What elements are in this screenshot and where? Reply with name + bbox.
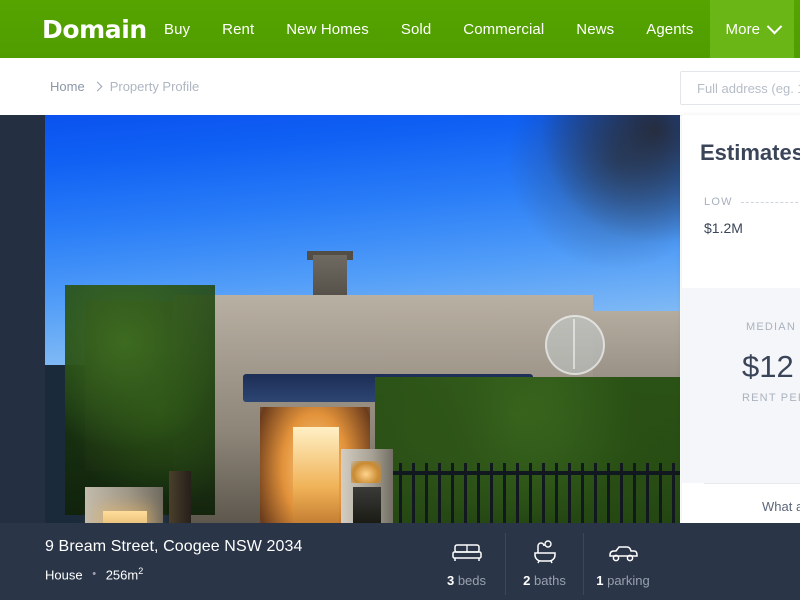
left-rail bbox=[0, 115, 45, 523]
site-logo[interactable]: Domain bbox=[0, 0, 148, 58]
pillar-plaque-left bbox=[103, 511, 147, 523]
parking-word: parking bbox=[603, 573, 650, 588]
what-are-estimates-link[interactable]: What ar bbox=[762, 499, 800, 514]
property-features: 3 beds 2 baths 1 parking bbox=[428, 533, 662, 595]
nav-more-label: More bbox=[725, 20, 761, 38]
nav-commercial-label: Commercial bbox=[463, 20, 545, 38]
property-land-size: 256m bbox=[105, 567, 139, 583]
rent-per-label: RENT PER bbox=[742, 392, 800, 404]
breadcrumb-home[interactable]: Home bbox=[50, 79, 85, 94]
estimate-low-value: $1.2M bbox=[704, 220, 743, 236]
baths-label: 2 baths bbox=[523, 573, 566, 588]
nav-sold[interactable]: Sold bbox=[385, 0, 447, 58]
property-meta: House • 256m2 bbox=[45, 561, 302, 585]
front-door bbox=[293, 427, 339, 523]
nav-agents-label: Agents bbox=[646, 20, 694, 38]
feature-beds: 3 beds bbox=[428, 533, 506, 595]
nav-new-homes[interactable]: New Homes bbox=[270, 0, 385, 58]
breadcrumb: Home Property Profile bbox=[0, 79, 199, 94]
beds-label: 3 beds bbox=[447, 573, 486, 588]
nav-rent[interactable]: Rent bbox=[206, 0, 270, 58]
property-type: House bbox=[45, 567, 83, 583]
baths-word: baths bbox=[530, 573, 566, 588]
feature-parking: 1 parking bbox=[584, 533, 662, 595]
chevron-down-icon bbox=[766, 18, 783, 34]
nav-news-label: News bbox=[576, 20, 615, 38]
nav-rent-label: Rent bbox=[222, 20, 255, 38]
chevron-right-icon bbox=[92, 81, 103, 92]
estimate-low-row: LOW bbox=[704, 196, 800, 208]
bath-icon-wrap bbox=[531, 537, 559, 567]
nav-more[interactable]: More bbox=[709, 0, 795, 58]
address-block: 9 Bream Street, Coogee NSW 2034 House • … bbox=[45, 536, 302, 585]
search-input[interactable] bbox=[695, 79, 800, 97]
property-profile-page: Domain Buy Rent New Homes Sold Commercia… bbox=[0, 0, 800, 600]
estimate-dotted-line bbox=[740, 201, 800, 203]
car-icon bbox=[609, 546, 638, 562]
bare-branches bbox=[470, 115, 680, 295]
estimates-title: Estimates bbox=[700, 140, 800, 165]
brand-text: Domain bbox=[42, 14, 147, 44]
car-icon-wrap bbox=[607, 537, 639, 567]
nav-links: Buy Rent New Homes Sold Commercial News … bbox=[148, 0, 795, 58]
nav-news[interactable]: News bbox=[560, 0, 630, 58]
bed-icon-wrap bbox=[451, 537, 482, 567]
nav-new-homes-label: New Homes bbox=[286, 20, 369, 38]
nav-buy[interactable]: Buy bbox=[148, 0, 206, 58]
nav-commercial[interactable]: Commercial bbox=[447, 0, 560, 58]
bed-icon bbox=[451, 544, 482, 561]
tree-left bbox=[65, 285, 215, 515]
property-address: 9 Bream Street, Coogee NSW 2034 bbox=[45, 538, 303, 555]
meta-separator: • bbox=[92, 568, 97, 581]
estimate-low-label: LOW bbox=[704, 196, 733, 208]
nav-sold-label: Sold bbox=[400, 20, 432, 38]
fence-rail bbox=[373, 471, 680, 475]
pillar-lamp bbox=[351, 461, 381, 483]
property-summary-bar: 9 Bream Street, Coogee NSW 2034 House • … bbox=[0, 523, 800, 600]
round-window bbox=[545, 315, 605, 375]
nav-agents[interactable]: Agents bbox=[630, 0, 709, 58]
feature-baths: 2 baths bbox=[506, 533, 584, 595]
address-search-box[interactable] bbox=[680, 71, 800, 105]
panel-divider bbox=[704, 483, 800, 484]
estimates-panel: Estimates LOW $1.2M MEDIAN $12 RENT PER … bbox=[682, 115, 800, 523]
parking-label: 1 parking bbox=[596, 573, 649, 588]
main-navigation-bar: Domain Buy Rent New Homes Sold Commercia… bbox=[0, 0, 800, 58]
letterbox bbox=[353, 487, 381, 523]
median-label: MEDIAN bbox=[746, 321, 796, 333]
median-section: MEDIAN $12 RENT PER bbox=[682, 288, 800, 483]
property-hero-photo[interactable]: 12 bbox=[45, 115, 680, 523]
median-value: $12 bbox=[742, 349, 794, 384]
breadcrumb-current: Property Profile bbox=[109, 79, 200, 94]
beds-word: beds bbox=[454, 573, 487, 588]
nav-buy-label: Buy bbox=[164, 20, 191, 38]
gate-post bbox=[169, 471, 191, 523]
land-size-unit: 2 bbox=[138, 566, 144, 576]
bath-icon bbox=[533, 540, 556, 564]
